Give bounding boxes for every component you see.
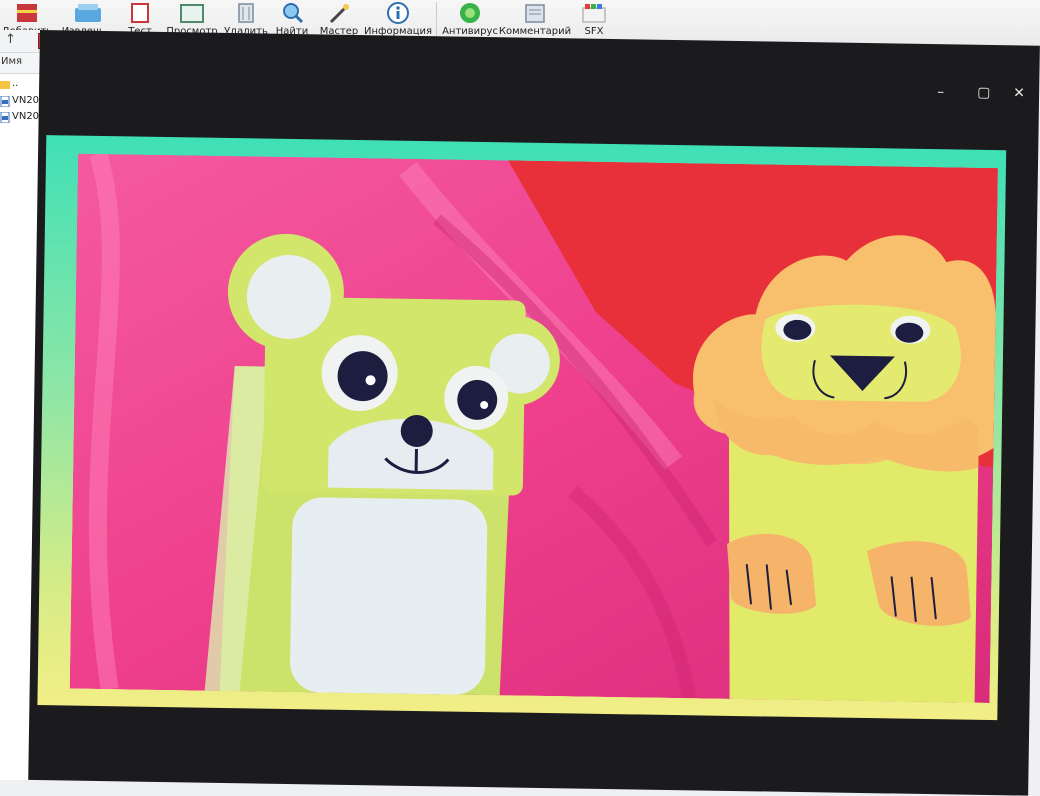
maximize-button[interactable]: ▢ (977, 85, 990, 101)
video-file-icon (0, 112, 10, 123)
up-arrow-icon[interactable]: ↑ (5, 32, 16, 47)
minimize-button[interactable]: – (937, 84, 944, 100)
test-icon (125, 0, 155, 26)
comment-icon (520, 0, 550, 26)
delete-icon (231, 0, 261, 26)
extract-icon (73, 0, 103, 26)
video-file-icon (0, 96, 10, 107)
sfx-icon (579, 0, 609, 26)
close-button[interactable]: ✕ (1013, 85, 1025, 101)
video-player-window[interactable]: – ▢ ✕ (28, 30, 1040, 796)
find-icon (277, 0, 307, 26)
folder-up-icon (0, 79, 10, 90)
wizard-icon (324, 0, 354, 26)
add-archive-icon (12, 0, 42, 26)
info-icon (383, 0, 413, 26)
antivirus-icon (455, 0, 485, 26)
view-icon (177, 0, 207, 26)
video-frame (37, 135, 1006, 720)
video-image (70, 154, 998, 703)
